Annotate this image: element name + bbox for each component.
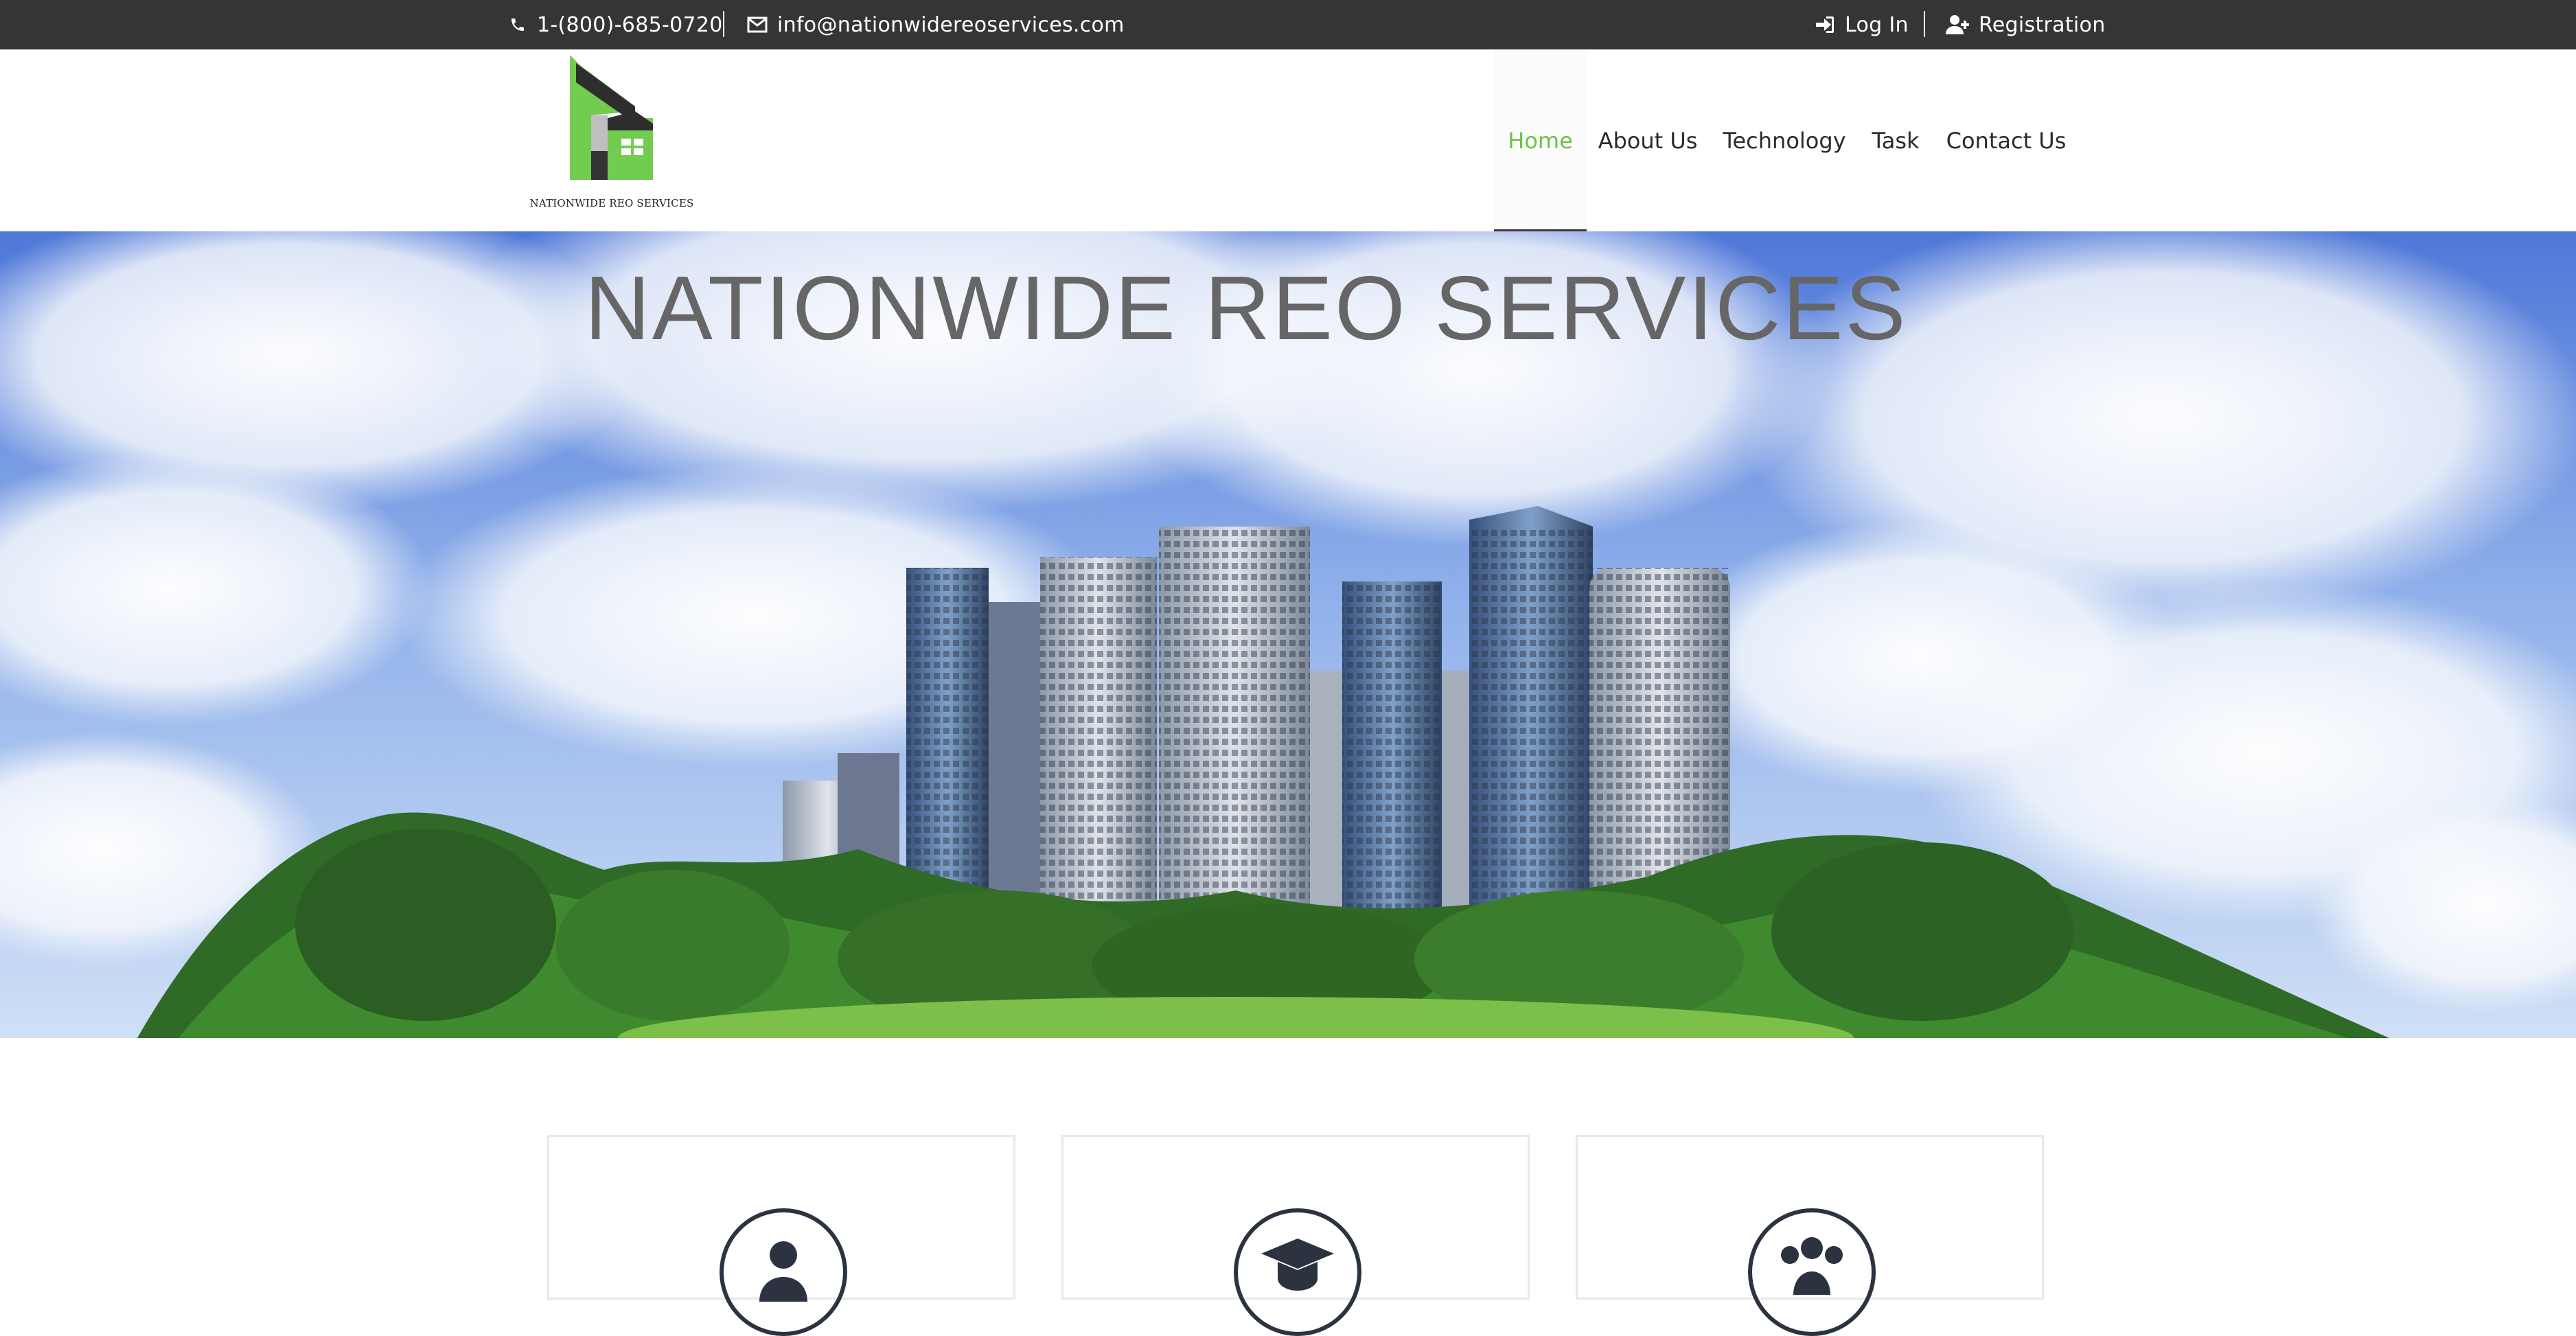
site-header: NATIONWIDE REO SERVICES Home About Us Te…: [0, 49, 2576, 231]
feature-card[interactable]: [1061, 1135, 1530, 1336]
phone-icon: [511, 19, 524, 31]
login-link[interactable]: Log In: [1815, 0, 1909, 49]
sign-in-icon: [1816, 16, 1834, 33]
user-icon: [759, 1241, 807, 1302]
phone-contact[interactable]: 1-(800)-685-0720: [509, 0, 723, 49]
nav-home-label: Home: [1508, 127, 1573, 154]
nav-home[interactable]: Home: [1494, 49, 1587, 231]
nav-technology-label: Technology: [1723, 127, 1846, 154]
top-contact-bar: 1-(800)-685-0720 info@nationwidereoservi…: [0, 0, 2576, 49]
nav-contact-us[interactable]: Contact Us: [1944, 49, 2068, 231]
nav-technology[interactable]: Technology: [1719, 49, 1850, 231]
users-icon: [1781, 1237, 1843, 1295]
graduation-cap-icon: [1261, 1239, 1334, 1291]
registration-link[interactable]: Registration: [1946, 0, 2106, 49]
feature-icon-circle: [1234, 1208, 1361, 1336]
nav-about-us[interactable]: About Us: [1595, 49, 1701, 231]
hero-title: NATIONWIDE REO SERVICES: [584, 257, 1908, 358]
feature-icon-circle: [720, 1208, 847, 1336]
email-contact[interactable]: info@nationwidereoservices.com: [747, 0, 1125, 49]
nav-contact-us-label: Contact Us: [1946, 127, 2067, 154]
envelope-icon: [747, 16, 768, 33]
nav-task-label: Task: [1872, 127, 1920, 154]
phone-number: 1-(800)-685-0720: [537, 12, 723, 37]
nav-about-us-label: About Us: [1598, 127, 1698, 154]
logo-text: NATIONWIDE REO SERVICES: [529, 197, 694, 209]
feature-card[interactable]: [547, 1135, 1015, 1336]
topbar-divider: [723, 11, 724, 37]
user-plus-icon: [1946, 15, 1969, 34]
feature-icon-circle: [1748, 1208, 1876, 1336]
registration-label: Registration: [1979, 12, 2106, 37]
email-address: info@nationwidereoservices.com: [777, 12, 1125, 37]
topbar-divider: [1924, 11, 1925, 37]
feature-card[interactable]: [1576, 1135, 2044, 1336]
house-logo-icon: [570, 55, 653, 180]
hero-banner: NATIONWIDE REO SERVICES: [0, 231, 2576, 1038]
login-label: Log In: [1845, 12, 1909, 37]
nav-task[interactable]: Task: [1866, 49, 1925, 231]
